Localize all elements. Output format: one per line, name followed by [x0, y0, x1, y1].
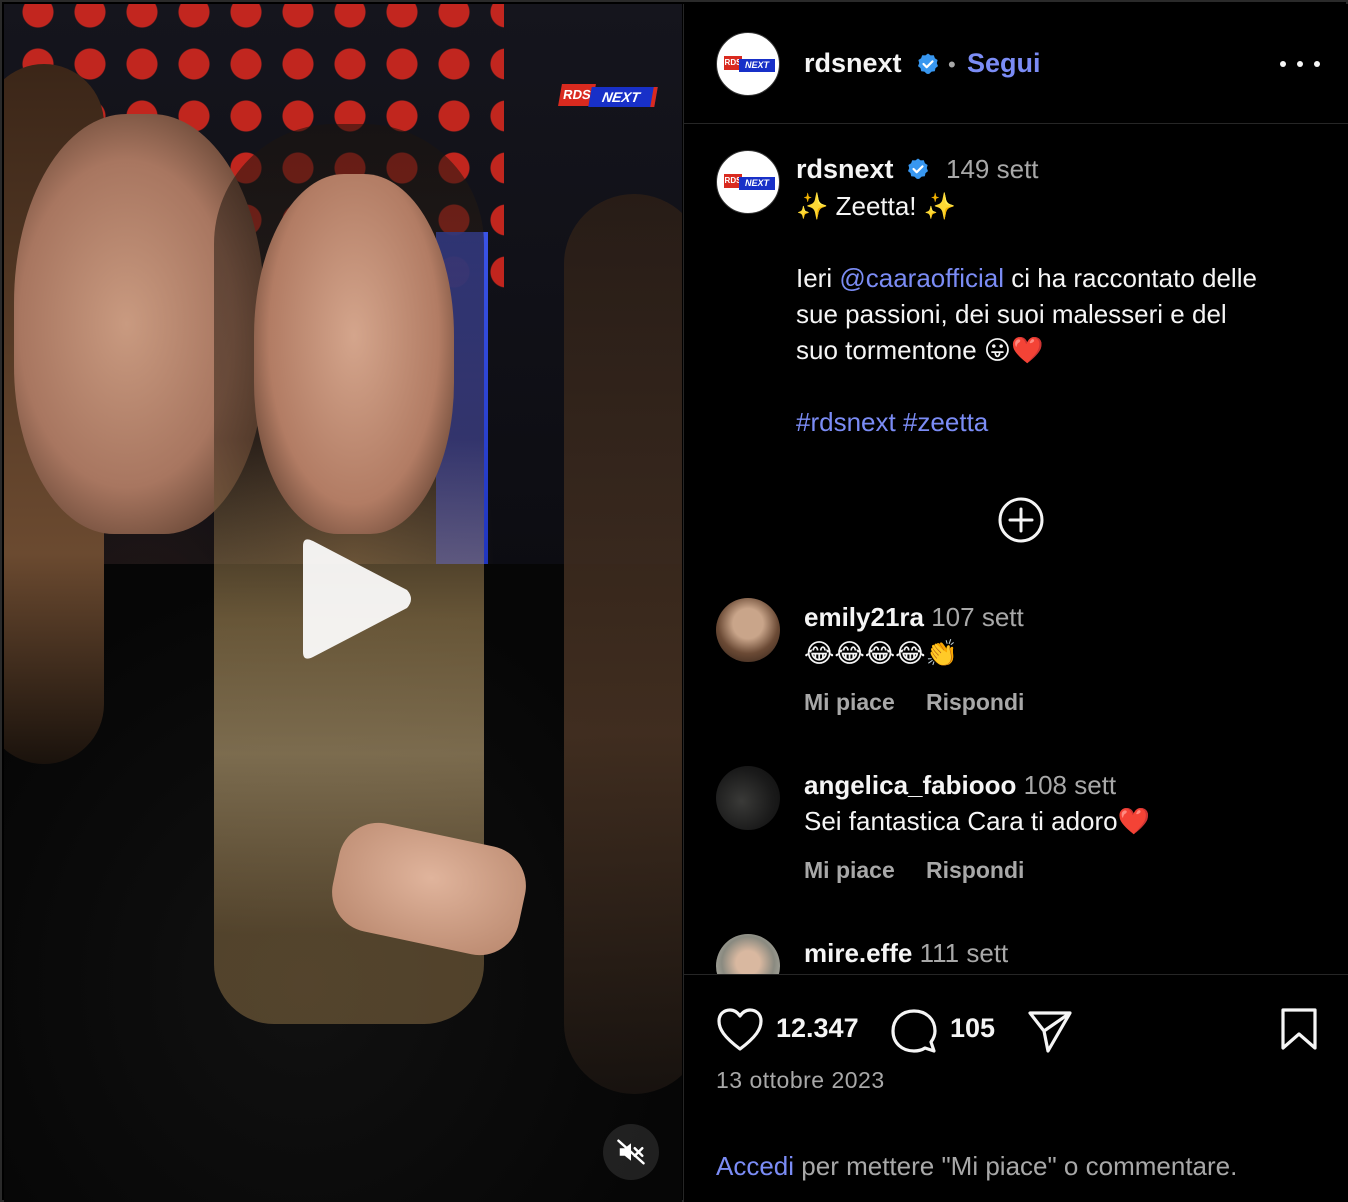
- heart-icon[interactable]: [716, 1007, 764, 1053]
- more-dot: [1314, 61, 1320, 67]
- comment-like-button[interactable]: Mi piace: [804, 689, 895, 716]
- more-dot: [1297, 61, 1303, 67]
- play-icon: [303, 539, 411, 659]
- avatar-logo: RDS NEXT: [724, 174, 775, 192]
- comment-icon[interactable]: [890, 1007, 938, 1055]
- add-circle-icon[interactable]: [997, 496, 1045, 544]
- caption-author-avatar[interactable]: RDS NEXT: [716, 150, 780, 214]
- comments-scroll-area[interactable]: RDS NEXT rdsnext 149 sett ✨ Zeetta! ✨ Ie…: [684, 126, 1348, 976]
- comment-username-text[interactable]: mire.effe: [804, 938, 912, 968]
- commenter-avatar[interactable]: [716, 766, 780, 830]
- header-username[interactable]: rdsnext: [804, 48, 902, 79]
- comment-text: Sei fantastica Cara ti adoro❤️: [804, 806, 1150, 836]
- person-right-hair: [564, 194, 682, 1094]
- comment-username[interactable]: emily21ra 107 sett: [804, 602, 1024, 633]
- hashtag-link[interactable]: #rdsnext: [796, 407, 896, 437]
- more-options-button[interactable]: [1280, 52, 1320, 76]
- commenter-avatar[interactable]: [716, 598, 780, 662]
- avatar-logo-next: NEXT: [739, 59, 775, 72]
- commenter-avatar[interactable]: [716, 934, 780, 976]
- comment-timestamp[interactable]: 107 sett: [931, 602, 1024, 632]
- comment-timestamp[interactable]: 111 sett: [920, 938, 1009, 968]
- caption-timestamp[interactable]: 149 sett: [946, 154, 1039, 185]
- play-button[interactable]: [289, 534, 419, 664]
- mute-icon: [617, 1139, 645, 1165]
- post-header: RDS NEXT rdsnext • Segui: [684, 4, 1348, 124]
- more-options-icon: [1280, 61, 1286, 67]
- hashtag-link[interactable]: #zeetta: [903, 407, 988, 437]
- follow-button[interactable]: Segui: [967, 48, 1041, 79]
- hashtags: #rdsnext #zeetta: [796, 404, 988, 440]
- comment-username-text[interactable]: emily21ra: [804, 602, 924, 632]
- instagram-post-modal: RDS NEXT RDS NEXT rdsnext • Segui RDS NE…: [0, 0, 1348, 1202]
- video-player[interactable]: RDS NEXT: [4, 4, 682, 1202]
- comment-reply-button[interactable]: Rispondi: [926, 857, 1024, 884]
- caption-line: Ieri @caaraofficial ci ha raccontato del…: [796, 260, 1257, 296]
- verified-badge-icon: [908, 158, 928, 179]
- rds-next-logo: RDS NEXT: [558, 84, 658, 108]
- comment-timestamp[interactable]: 108 sett: [1024, 770, 1117, 800]
- caption-text: ci ha raccontato delle: [1004, 263, 1257, 293]
- avatar-logo-next: NEXT: [739, 177, 775, 190]
- post-date[interactable]: 13 ottobre 2023: [716, 1067, 885, 1094]
- comment-username-text[interactable]: angelica_fabiooo: [804, 770, 1016, 800]
- comment-username[interactable]: angelica_fabiooo 108 sett: [804, 770, 1116, 801]
- login-link[interactable]: Accedi: [716, 1151, 794, 1181]
- likes-count[interactable]: 12.347: [776, 1013, 859, 1044]
- post-actions-footer: 12.347 105 13 ottobre 2023 Accedi per me…: [684, 974, 1348, 1202]
- verified-badge-icon: [918, 53, 938, 74]
- comment-username[interactable]: mire.effe 111 sett: [804, 938, 1008, 969]
- logo-next-text: NEXT: [588, 87, 658, 107]
- caption-line: sue passioni, dei suoi malesseri e del: [796, 299, 1227, 329]
- login-prompt: Accedi per mettere "Mi piace" o commenta…: [716, 1151, 1237, 1182]
- login-prompt-text: per mettere "Mi piace" o commentare.: [794, 1151, 1238, 1181]
- header-separator: •: [948, 52, 956, 77]
- mute-button[interactable]: [603, 1124, 659, 1180]
- caption-line: suo tormentone 😛❤️: [796, 335, 1044, 365]
- avatar-logo: RDS NEXT: [724, 56, 775, 74]
- share-icon[interactable]: [1026, 1009, 1074, 1055]
- person-center-face: [254, 174, 454, 534]
- caption-text: Ieri: [796, 263, 840, 293]
- comment-reply-button[interactable]: Rispondi: [926, 689, 1024, 716]
- comment-like-button[interactable]: Mi piace: [804, 857, 895, 884]
- author-avatar[interactable]: RDS NEXT: [716, 32, 780, 96]
- caption-title: ✨ Zeetta! ✨: [796, 191, 957, 221]
- comments-count[interactable]: 105: [950, 1013, 995, 1044]
- mention-link[interactable]: @caaraofficial: [839, 263, 1004, 293]
- caption-username[interactable]: rdsnext: [796, 154, 894, 185]
- bookmark-icon[interactable]: [1280, 1007, 1318, 1051]
- comment-text: 😂😂😂😂👏: [804, 638, 958, 668]
- post-details-panel: RDS NEXT rdsnext • Segui RDS NEXT rdsnex…: [683, 4, 1348, 1202]
